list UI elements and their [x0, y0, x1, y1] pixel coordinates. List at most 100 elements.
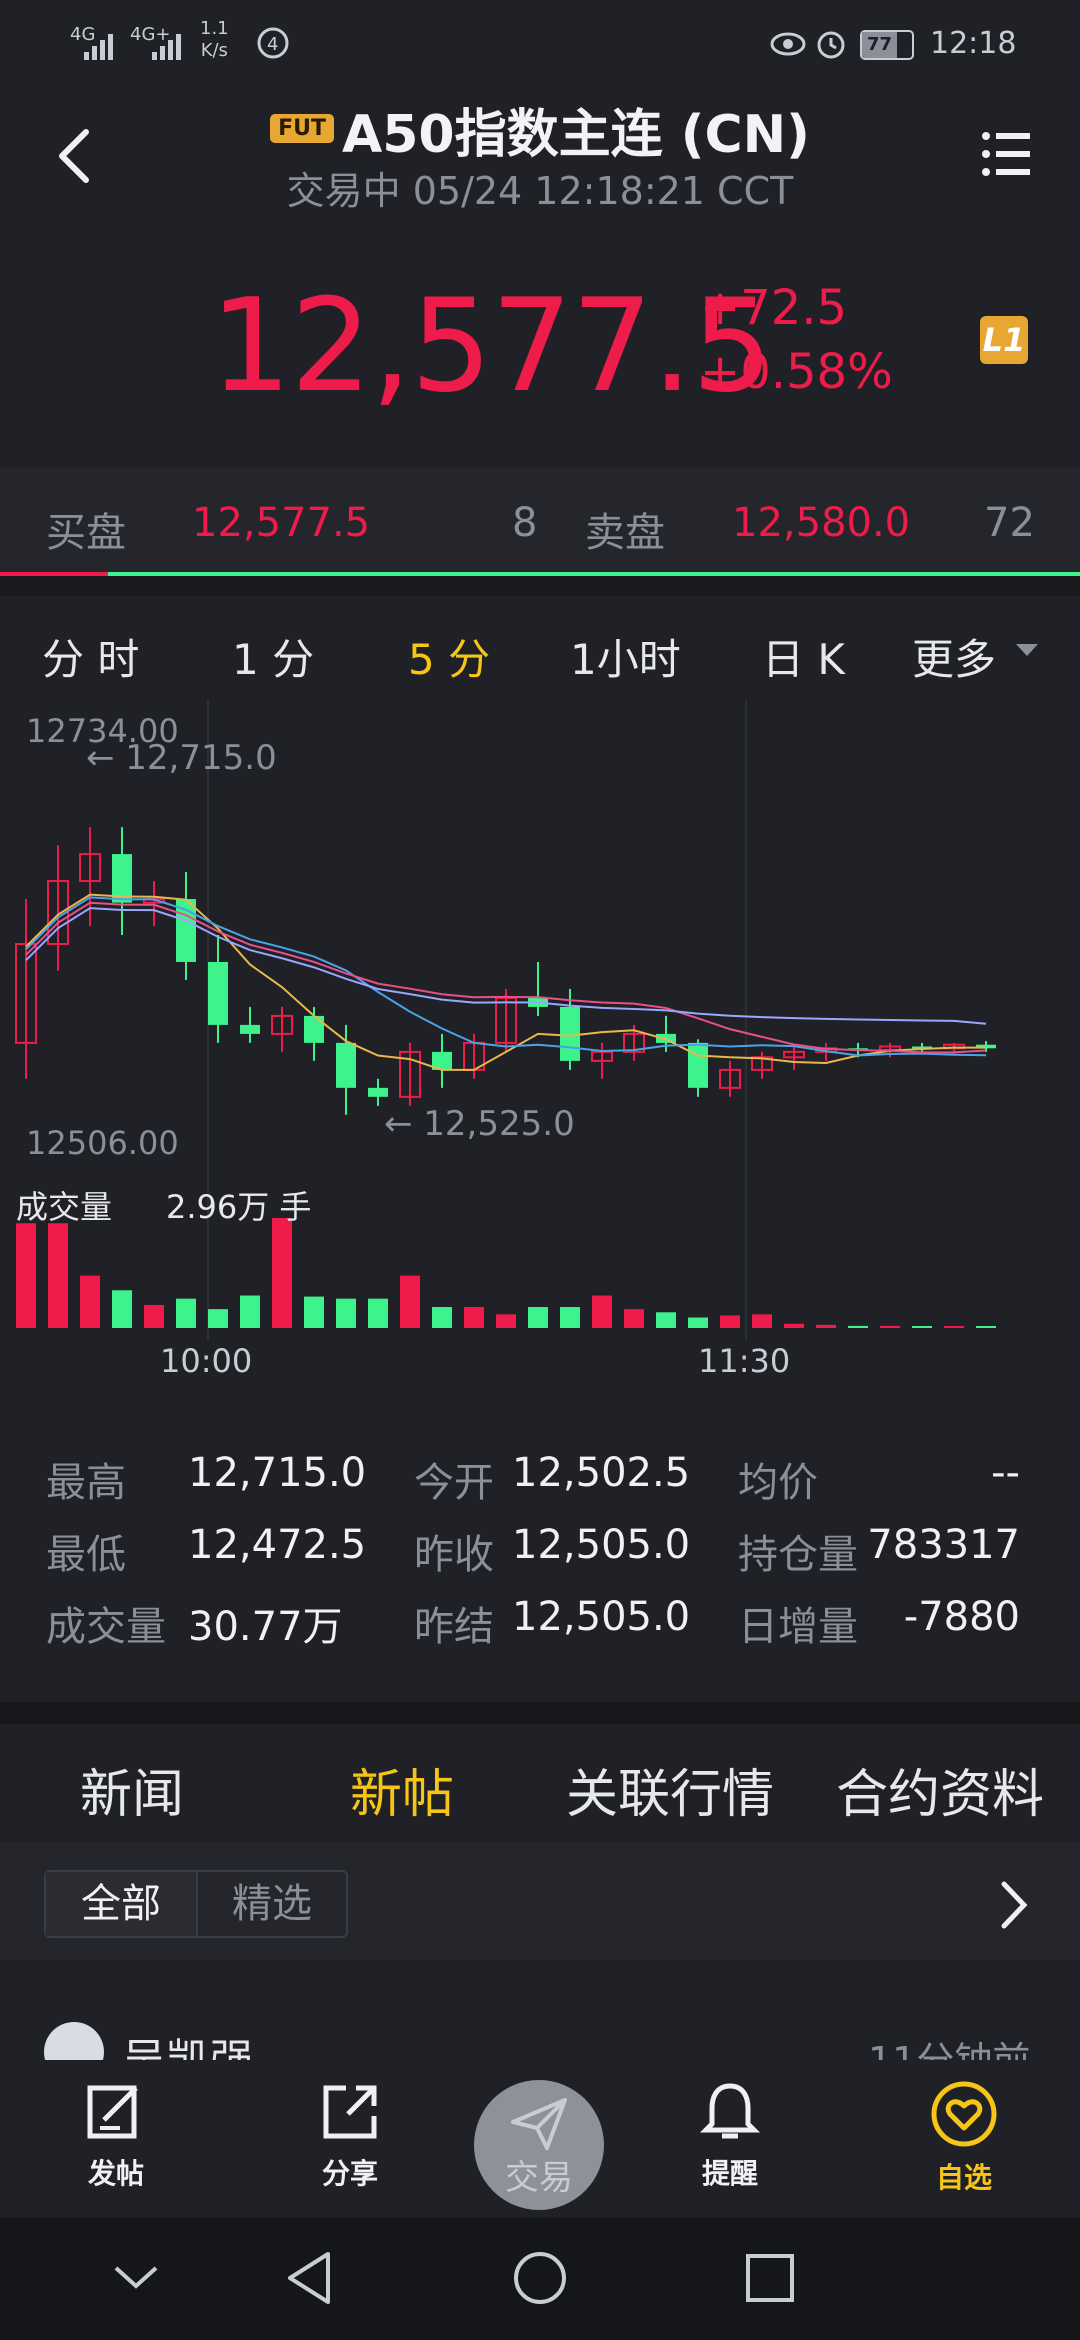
candle-body: [688, 1042, 708, 1088]
price-chart[interactable]: [0, 700, 1080, 1360]
tab-1min[interactable]: 1 分: [232, 626, 314, 687]
tab-related-markets[interactable]: 关联行情: [566, 1752, 774, 1827]
volume-bar: [240, 1295, 260, 1328]
chevron-right-icon[interactable]: [998, 1880, 1030, 1930]
nav-trade[interactable]: 交易: [474, 2080, 604, 2210]
level1-badge[interactable]: L1: [980, 316, 1028, 364]
volume-bar: [432, 1307, 452, 1328]
volume-bar: [496, 1314, 516, 1328]
nav-post[interactable]: 发帖: [36, 2080, 196, 2192]
share-icon: [323, 2085, 377, 2139]
system-back-icon[interactable]: [284, 2250, 334, 2306]
stat-value: 30.77万: [188, 1604, 343, 1650]
tab-1hour[interactable]: 1小时: [570, 626, 681, 687]
nav-alerts[interactable]: 提醒: [650, 2080, 810, 2192]
system-home-icon[interactable]: [512, 2250, 568, 2306]
page-title: FUT A50指数主连 (CN): [0, 92, 1080, 167]
stat-value: 12,502.5: [512, 1450, 691, 1496]
volume-bar: [912, 1326, 932, 1328]
volume-bar: [80, 1275, 100, 1328]
stat-label: 均价: [738, 1460, 818, 1506]
tab-new-posts[interactable]: 新帖: [350, 1752, 454, 1827]
volume-bar: [208, 1309, 228, 1328]
stat-label: 持仓量: [738, 1532, 858, 1578]
stat-label: 最高: [46, 1460, 126, 1506]
tab-contract-info[interactable]: 合约资料: [836, 1752, 1044, 1827]
stat-value: 12,472.5: [188, 1522, 367, 1568]
stat-label: 今开: [414, 1460, 494, 1506]
volume-bar: [656, 1312, 676, 1328]
menu-list-icon[interactable]: [980, 130, 1032, 178]
volume-bar: [560, 1307, 580, 1328]
stat-value: 12,505.0: [512, 1522, 691, 1568]
price-change-percent: +0.58%: [700, 344, 893, 400]
bid-label: 买盘: [46, 510, 126, 556]
fut-badge: FUT: [270, 113, 334, 143]
stat-value: -7880: [903, 1594, 1020, 1640]
stat-value: 12,715.0: [188, 1450, 367, 1496]
volume-bar: [944, 1326, 964, 1328]
tab-timeshare[interactable]: 分 时: [42, 626, 139, 687]
filter-segment: 全部 精选: [44, 1870, 348, 1938]
eye-icon: [770, 32, 806, 56]
signal-icon: [84, 34, 113, 60]
volume-bar: [48, 1223, 68, 1328]
stat-label: 日增量: [738, 1604, 858, 1650]
low-marker: ← 12,525.0: [384, 1104, 575, 1144]
volume-bar: [880, 1325, 900, 1328]
stat-label: 昨收: [414, 1532, 494, 1578]
time-label-1130: 11:30: [698, 1342, 791, 1380]
last-price: 12,577.5: [210, 272, 773, 421]
y-axis-min: 12506.00: [26, 1124, 179, 1162]
nav-collapse-icon[interactable]: [112, 2262, 160, 2292]
tab-more[interactable]: 更多: [912, 626, 996, 687]
network-speed: 1.1 K/s: [200, 18, 229, 61]
high-marker: ← 12,715.0: [86, 738, 277, 778]
tab-5min[interactable]: 5 分: [408, 626, 490, 687]
stat-label: 昨结: [414, 1604, 494, 1650]
paper-plane-icon: [511, 2098, 567, 2150]
tab-daily-k[interactable]: 日 K: [762, 626, 845, 687]
ask-quantity: 72: [984, 500, 1035, 546]
filter-all[interactable]: 全部: [46, 1872, 198, 1936]
orderbook-bar: [0, 468, 1080, 582]
data-saver-icon: 4: [257, 27, 289, 59]
candle-body: [560, 1006, 580, 1061]
stat-value: --: [991, 1450, 1020, 1496]
status-bar: 4G 4G+ 1.1 K/s 4 77 12:18: [0, 0, 1080, 90]
candle-body: [336, 1042, 356, 1088]
nav-share[interactable]: 分享: [270, 2080, 430, 2192]
alarm-icon: [817, 31, 845, 59]
stat-label: 最低: [46, 1532, 126, 1578]
volume-bar: [400, 1275, 420, 1328]
bell-icon: [699, 2083, 761, 2139]
bid-price: 12,577.5: [192, 500, 371, 546]
volume-bar: [336, 1298, 356, 1328]
svg-text:4: 4: [267, 34, 278, 55]
system-recents-icon[interactable]: [744, 2252, 796, 2304]
volume-title: 成交量: [16, 1188, 113, 1226]
price-change: +72.5: [700, 280, 848, 336]
bid-quantity: 8: [512, 500, 538, 546]
volume-value: 2.96万 手: [166, 1188, 312, 1226]
volume-bar: [176, 1298, 196, 1328]
volume-bar: [848, 1325, 868, 1328]
stat-value: 783317: [867, 1522, 1020, 1568]
nav-watchlist[interactable]: 自选: [884, 2080, 1044, 2196]
filter-featured[interactable]: 精选: [198, 1872, 346, 1936]
volume-bar: [720, 1315, 740, 1328]
dropdown-caret-icon[interactable]: [1014, 642, 1040, 658]
ask-label: 卖盘: [585, 510, 665, 556]
volume-bar: [976, 1326, 996, 1328]
section-divider: [0, 1702, 1080, 1724]
signal-icon-2: [152, 34, 181, 60]
volume-bar: [16, 1223, 36, 1328]
divider: [0, 576, 1080, 596]
ask-price: 12,580.0: [732, 500, 911, 546]
tab-news[interactable]: 新闻: [80, 1752, 184, 1827]
volume-bar: [272, 1218, 292, 1328]
candle-body: [208, 961, 228, 1025]
volume-bar: [464, 1307, 484, 1328]
volume-bar: [528, 1307, 548, 1328]
compose-icon: [87, 2085, 138, 2139]
